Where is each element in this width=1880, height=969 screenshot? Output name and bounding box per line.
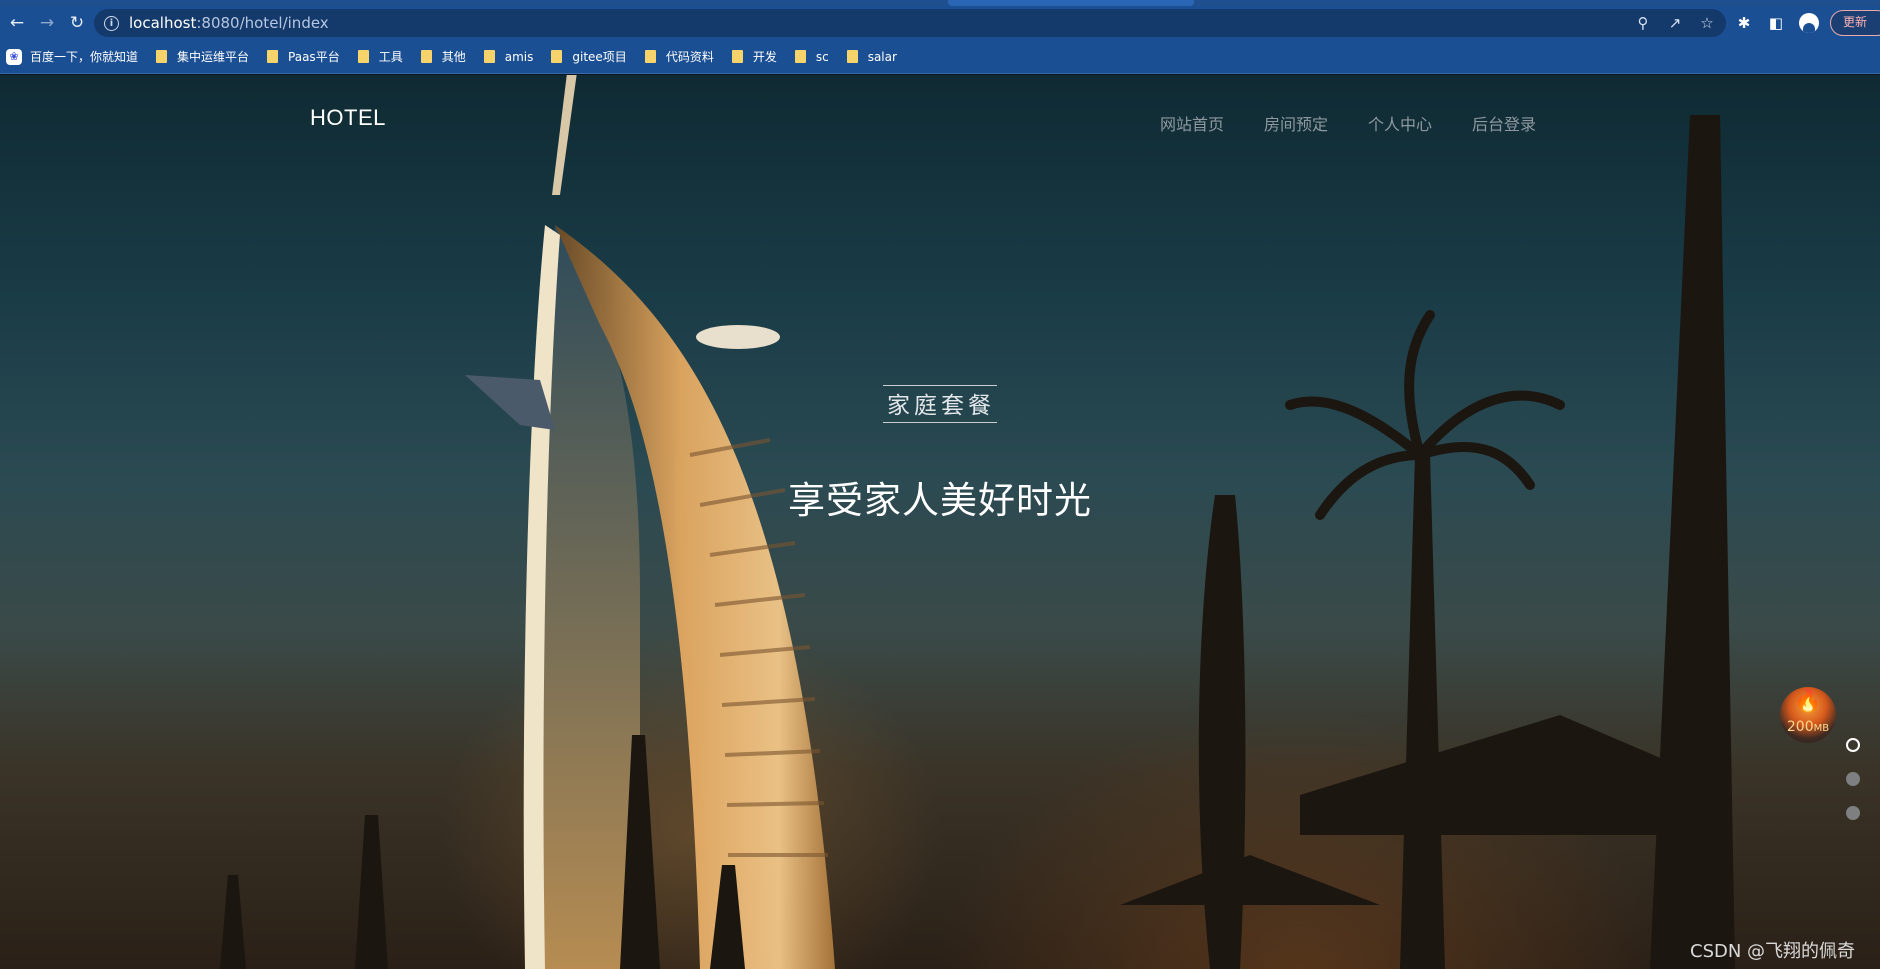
hotel-page: HOTEL 网站首页 房间预定 个人中心 后台登录 家庭套餐 享受家人美好时光 … xyxy=(0,75,1880,969)
bookmark-label: salar xyxy=(867,49,897,64)
zoom-icon[interactable]: ⚲ xyxy=(1634,14,1652,32)
browser-toolbar: ← → ↻ i localhost:8080/hotel/index ⚲ ↗ ☆… xyxy=(0,6,1880,40)
bookmark-label: amis xyxy=(504,49,534,64)
profile-icon[interactable] xyxy=(1799,13,1819,33)
bookmark-folder-amis[interactable]: amis xyxy=(478,45,540,69)
bookmark-label: 代码资料 xyxy=(665,50,714,64)
bookmark-label: gitee项目 xyxy=(572,50,627,64)
bookmark-label: Paas平台 xyxy=(288,50,340,64)
bookmark-label: 百度一下，你就知道 xyxy=(30,50,139,64)
bookmark-folder-tools[interactable]: 工具 xyxy=(352,45,409,69)
folder-icon xyxy=(644,50,656,63)
folder-icon xyxy=(551,50,563,63)
main-nav: 网站首页 房间预定 个人中心 后台登录 xyxy=(1160,111,1536,135)
folder-icon xyxy=(357,50,369,63)
bookmark-label: 集中运维平台 xyxy=(177,50,250,64)
bookmark-label: 开发 xyxy=(752,50,777,64)
address-bar[interactable]: i localhost:8080/hotel/index ⚲ ↗ ☆ xyxy=(94,9,1726,37)
slide-dot-3[interactable] xyxy=(1846,806,1860,820)
slide-dot-2[interactable] xyxy=(1846,772,1860,786)
folder-icon xyxy=(794,50,806,63)
slide-dot-1[interactable] xyxy=(1846,738,1860,752)
bookmark-label: 工具 xyxy=(378,50,403,64)
site-header: HOTEL 网站首页 房间预定 个人中心 后台登录 xyxy=(0,75,1880,175)
bookmark-label: sc xyxy=(815,49,829,64)
slider-pagination xyxy=(1846,738,1860,820)
url-host: localhost xyxy=(129,14,197,32)
bookmark-folder-dev[interactable]: 开发 xyxy=(726,45,783,69)
nav-room-booking[interactable]: 房间预定 xyxy=(1264,111,1328,135)
bookmark-folder-salar[interactable]: salar xyxy=(841,45,903,69)
bookmark-folder-ops[interactable]: 集中运维平台 xyxy=(150,45,255,69)
nav-user-center[interactable]: 个人中心 xyxy=(1368,111,1432,135)
nav-admin-login[interactable]: 后台登录 xyxy=(1472,111,1536,135)
folder-icon xyxy=(483,50,495,63)
helipad xyxy=(696,325,780,349)
folder-icon xyxy=(846,50,858,63)
memory-value: 200 xyxy=(1786,719,1814,735)
bookmark-folder-other[interactable]: 其他 xyxy=(415,45,472,69)
nav-home[interactable]: 网站首页 xyxy=(1160,111,1224,135)
hero-title: 享受家人美好时光 xyxy=(788,479,1092,522)
memory-usage-badge[interactable]: 🔥 200MB xyxy=(1780,687,1836,743)
hero-subtitle: 家庭套餐 xyxy=(883,385,997,423)
bookmark-folder-gitee[interactable]: gitee项目 xyxy=(545,45,632,69)
bookmark-baidu[interactable]: ❀ 百度一下，你就知道 xyxy=(0,45,144,69)
update-button[interactable]: 更新 xyxy=(1830,10,1880,36)
bookmarks-bar: ❀ 百度一下，你就知道 集中运维平台 Paas平台 工具 其他 amis git… xyxy=(0,40,1880,74)
side-panel-icon[interactable]: ◧ xyxy=(1767,14,1785,32)
csdn-watermark: CSDN @飞翔的佩奇 xyxy=(1690,941,1856,962)
share-icon[interactable]: ↗ xyxy=(1666,14,1684,32)
bookmark-star-icon[interactable]: ☆ xyxy=(1698,14,1716,32)
folder-icon xyxy=(420,50,432,63)
bookmark-label: 其他 xyxy=(441,50,466,64)
url-text[interactable]: localhost:8080/hotel/index xyxy=(129,14,329,32)
bookmark-folder-code[interactable]: 代码资料 xyxy=(639,45,720,69)
url-path: :8080/hotel/index xyxy=(196,14,329,32)
folder-icon xyxy=(731,50,743,63)
reload-icon[interactable]: ↻ xyxy=(64,10,90,36)
site-logo[interactable]: HOTEL xyxy=(310,105,386,131)
extensions-icon[interactable]: ✱ xyxy=(1735,14,1753,32)
folder-icon xyxy=(267,50,279,63)
back-arrow-icon[interactable]: ← xyxy=(4,10,30,36)
memory-value-text: 200MB xyxy=(1787,719,1829,735)
site-info-icon[interactable]: i xyxy=(104,15,119,31)
forward-arrow-icon[interactable]: → xyxy=(34,10,60,36)
hero-subtitle-wrap: 家庭套餐 xyxy=(0,385,1880,423)
bookmark-folder-sc[interactable]: sc xyxy=(789,45,835,69)
folder-icon xyxy=(156,50,168,63)
bookmark-folder-paas[interactable]: Paas平台 xyxy=(261,45,346,69)
memory-unit: MB xyxy=(1813,723,1830,734)
flame-icon: 🔥 xyxy=(1794,689,1822,714)
baidu-paw-icon: ❀ xyxy=(6,48,22,65)
